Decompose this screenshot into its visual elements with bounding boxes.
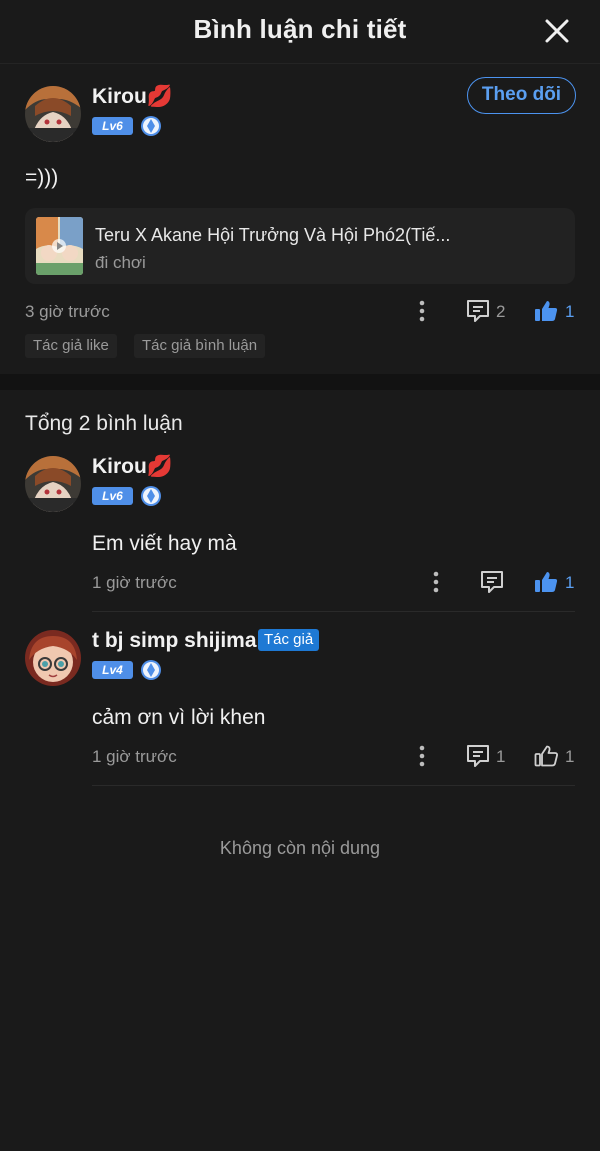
author-badge: Tác giả bbox=[258, 629, 320, 651]
avatar[interactable] bbox=[25, 86, 81, 142]
like-icon[interactable] bbox=[533, 569, 559, 595]
diamond-icon bbox=[140, 659, 162, 681]
reply-icon[interactable] bbox=[479, 569, 505, 595]
username[interactable]: Kirou💋 bbox=[92, 85, 173, 109]
story-card[interactable]: Teru X Akane Hội Trưởng Và Hội Phó2(Tiế.… bbox=[25, 208, 575, 284]
like-count: 1 bbox=[565, 747, 575, 766]
level-badge: Lv6 bbox=[92, 487, 133, 505]
follow-button[interactable]: Theo dõi bbox=[467, 77, 576, 114]
level-badge: Lv4 bbox=[92, 661, 133, 679]
diamond-icon bbox=[140, 485, 162, 507]
avatar[interactable] bbox=[25, 630, 81, 686]
section-divider bbox=[0, 374, 600, 390]
username[interactable]: Kirou💋 bbox=[92, 455, 173, 479]
like-outline-icon[interactable] bbox=[533, 743, 559, 769]
comment-icon[interactable] bbox=[465, 298, 491, 324]
more-options-icon[interactable] bbox=[417, 299, 427, 323]
divider bbox=[92, 785, 575, 786]
more-options-icon[interactable] bbox=[431, 570, 441, 594]
comment-text: =))) bbox=[25, 166, 59, 189]
comment-count: 2 bbox=[496, 302, 506, 321]
avatar[interactable] bbox=[25, 456, 81, 512]
story-thumbnail bbox=[36, 217, 83, 275]
diamond-icon bbox=[140, 115, 162, 137]
reply-text: cảm ơn vì lời khen bbox=[92, 706, 266, 729]
username[interactable]: t bj simp shijima bbox=[92, 629, 257, 653]
page-title: Bình luận chi tiết bbox=[193, 14, 407, 44]
end-of-content: Không còn nội dung bbox=[219, 838, 381, 858]
more-options-icon[interactable] bbox=[417, 744, 427, 768]
story-chapter: đi chơi bbox=[95, 253, 146, 272]
tag-author-comment: Tác giả bình luận bbox=[134, 334, 266, 358]
reply-time: 1 giờ trước bbox=[92, 747, 177, 766]
like-count: 1 bbox=[565, 573, 575, 592]
comment-icon[interactable] bbox=[465, 743, 491, 769]
comment-count: 1 bbox=[496, 747, 506, 766]
like-icon[interactable] bbox=[533, 298, 559, 324]
reply-time: 1 giờ trước bbox=[92, 573, 177, 592]
story-title: Teru X Akane Hội Trưởng Và Hội Phó2(Tiế.… bbox=[95, 225, 451, 245]
close-icon[interactable] bbox=[544, 18, 570, 44]
comment-time: 3 giờ trước bbox=[25, 302, 110, 321]
tag-author-like: Tác giả like bbox=[25, 334, 117, 358]
level-badge: Lv6 bbox=[92, 117, 133, 135]
like-count: 1 bbox=[565, 302, 575, 321]
reply-text: Em viết hay mà bbox=[92, 532, 237, 555]
divider bbox=[92, 611, 575, 612]
total-comments: Tổng 2 bình luận bbox=[25, 412, 183, 435]
header: Bình luận chi tiết bbox=[0, 0, 600, 64]
